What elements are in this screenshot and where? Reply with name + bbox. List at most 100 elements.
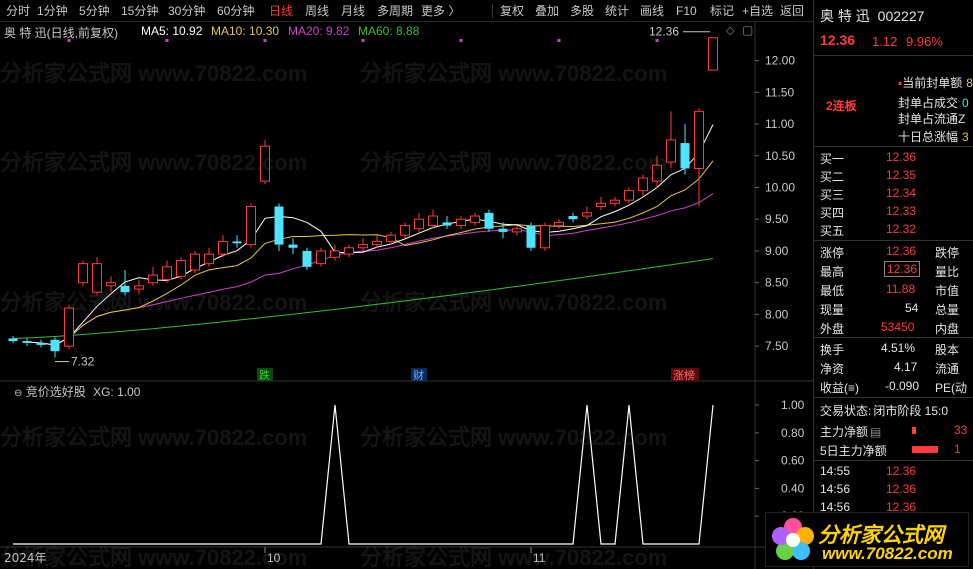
signal-dot <box>263 39 267 42</box>
candle-body <box>134 285 144 290</box>
price-tick-label: 10.00 <box>765 180 795 194</box>
seal-label-1: ▪当前封单额 8 <box>898 76 973 90</box>
tool-restore-rights[interactable]: 复权 <box>500 3 524 19</box>
tool-add-watchlist[interactable]: +自选 <box>742 3 773 19</box>
period-tab-5min[interactable]: 5分钟 <box>79 3 110 19</box>
last-price: 12.36 <box>820 32 856 48</box>
flower-logo-icon <box>772 518 814 560</box>
stat2-label-eps: 收益(≡) <box>820 381 859 395</box>
tool-draw-line[interactable]: 画线 <box>640 3 664 19</box>
price-tick-label: 8.50 <box>765 276 789 290</box>
logo-url: www.70822.com <box>822 544 953 563</box>
bid-label-1: 买一 <box>820 152 845 166</box>
price-tick-label: 8.00 <box>765 307 789 321</box>
stat-value-high: 12.36 <box>884 261 921 277</box>
signal-dot <box>557 39 561 42</box>
tool-statistics[interactable]: 统计 <box>605 3 629 19</box>
tool-multi-stock[interactable]: 多股 <box>570 3 594 19</box>
indicator-tick-label: 0.80 <box>781 426 805 440</box>
stat-label-total-vol: 总量 <box>935 303 960 317</box>
stat2-value-turnover: 4.51% <box>881 341 916 355</box>
stat2-label-capital: 股本 <box>935 343 960 357</box>
stat-label-current-vol: 现量 <box>820 303 845 317</box>
chart-area[interactable]: 12.00 11.50 11.00 10.50 10.00 9.50 9.00 8.50 8.0… <box>0 22 813 569</box>
restore-window-icon[interactable]: ▢ <box>742 23 753 37</box>
period-tab-1min[interactable]: 1分钟 <box>37 3 68 19</box>
candle-body <box>246 206 256 246</box>
candle-body <box>638 177 648 192</box>
period-tab-fenshi[interactable]: 分时 <box>6 3 30 19</box>
tool-f10[interactable]: F10 <box>676 3 697 19</box>
candle-body <box>358 244 368 249</box>
ma5-legend: MA5: 10.92 <box>141 24 203 38</box>
candle-body <box>568 216 578 220</box>
period-tab-multi[interactable]: 多周期 <box>377 3 413 19</box>
collapse-icon[interactable]: ⊖ <box>14 388 22 399</box>
indicator-legend: ⊖ 竞价选好股 XG: 1.00 <box>14 383 140 400</box>
candle-body <box>512 228 522 233</box>
low-marker-label: 7.32 <box>71 355 95 369</box>
toolbar-divider <box>492 4 493 18</box>
tick-price-2: 12.36 <box>886 482 917 496</box>
main-flow5-label: 5日主力净额 <box>820 444 887 458</box>
divider <box>814 146 973 147</box>
ma20-legend: MA20: 9.82 <box>288 24 350 38</box>
candle-body <box>414 218 424 230</box>
candle-body <box>316 250 326 265</box>
period-tab-weekly[interactable]: 周线 <box>305 3 329 19</box>
stat-label-high: 最高 <box>820 265 845 279</box>
stat-label-limit-up: 涨停 <box>820 246 845 260</box>
period-tab-monthly[interactable]: 月线 <box>341 3 365 19</box>
price-tick-label: 9.50 <box>765 212 789 226</box>
period-tab-30min[interactable]: 30分钟 <box>168 3 205 19</box>
period-tab-more[interactable]: 更多 〉 <box>421 3 460 19</box>
bid-label-4: 买四 <box>820 206 845 220</box>
price-tick-label: 10.50 <box>765 149 795 163</box>
period-tab-daily[interactable]: 日线 <box>269 3 293 19</box>
candle-body <box>190 253 200 271</box>
kline-chart[interactable]: 12.00 11.50 11.00 10.50 10.00 9.50 9.00 8.50 8.0… <box>0 22 813 569</box>
bid-price-3: 12.34 <box>886 186 917 200</box>
period-tab-60min[interactable]: 60分钟 <box>217 3 254 19</box>
price-tick-label: 7.50 <box>765 339 789 353</box>
indicator-name: 竞价选好股 <box>25 385 86 399</box>
bid-label-5: 买五 <box>820 224 845 238</box>
candle-body <box>372 240 382 246</box>
candle-body <box>428 215 438 227</box>
stock-title-legend: 奥 特 迅(日线,前复权) <box>4 26 118 40</box>
divider <box>814 337 973 338</box>
divider <box>814 240 973 241</box>
candle-body <box>442 222 452 226</box>
high-marker-label: 12.36 <box>649 25 679 39</box>
candle-body <box>484 212 494 229</box>
diamond-icon[interactable]: ◇ <box>726 24 734 37</box>
stat-value-current-vol: 54 <box>905 301 919 315</box>
seal-label-4: 十日总涨幅 3 <box>898 130 969 144</box>
main-flow5-bar <box>912 446 938 453</box>
stat-value-limit-up: 12.36 <box>886 244 917 258</box>
candle-body <box>92 263 102 293</box>
main-flow-label: 主力净额 ▤ <box>820 425 882 439</box>
event-marker-label: 跌 <box>259 368 270 382</box>
period-tab-15min[interactable]: 15分钟 <box>121 3 158 19</box>
tool-back[interactable]: 返回 <box>780 3 804 19</box>
candle-body <box>64 307 74 347</box>
candle-body <box>36 342 46 345</box>
candle-body <box>288 244 298 248</box>
stat-label-volume-ratio: 量比 <box>935 265 960 279</box>
price-tick-label: 11.50 <box>765 85 794 99</box>
main-flow-value: 33 <box>954 423 968 437</box>
stat-value-outer: 53450 <box>881 320 915 334</box>
tick-time-2: 14:56 <box>820 482 851 496</box>
candle-body <box>204 253 214 265</box>
bid-price-1: 12.36 <box>886 150 917 164</box>
indicator-tick-label: 0.60 <box>781 454 805 468</box>
candle-body <box>386 234 396 242</box>
candle-body <box>666 139 676 163</box>
tool-mark[interactable]: 标记 <box>710 3 734 19</box>
candle-body <box>554 221 564 227</box>
candle-body <box>624 190 634 201</box>
tool-overlay[interactable]: 叠加 <box>535 3 559 19</box>
limit-up-badge: 2连板 <box>826 99 857 113</box>
candle-body <box>232 241 242 244</box>
